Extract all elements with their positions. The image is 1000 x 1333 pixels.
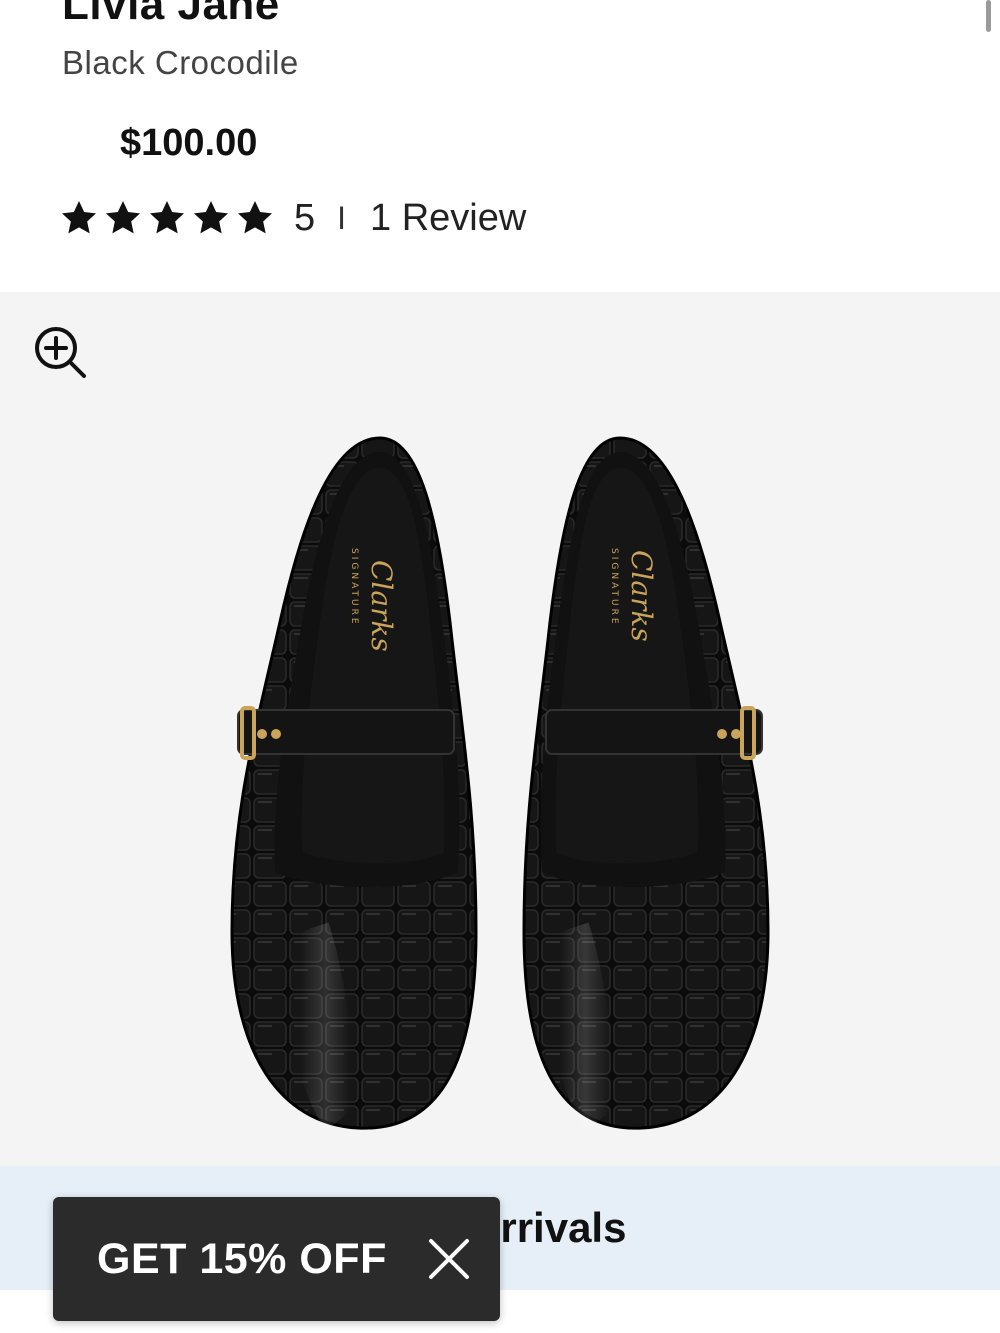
star-icon (194, 201, 228, 234)
product-price: $100.00 (120, 122, 258, 164)
star-icon (150, 201, 184, 234)
product-image-gallery[interactable]: Clarks SIGNATURE Clarks SIGNATURE (0, 292, 1000, 1166)
star-icon (238, 201, 272, 234)
rating-stars (58, 198, 276, 238)
product-image: Clarks SIGNATURE Clarks SIGNATURE (230, 436, 770, 1130)
right-shoe: Clarks SIGNATURE (522, 436, 770, 1130)
left-shoe: Clarks SIGNATURE (230, 436, 478, 1130)
star-icon (62, 201, 96, 234)
rating-value: 5 (294, 196, 316, 239)
close-icon[interactable] (425, 1235, 473, 1283)
insole-subbrand-left: SIGNATURE (349, 548, 359, 627)
zoom-in-icon[interactable] (32, 324, 88, 380)
rating-row: 5 I 1 Review (58, 194, 526, 242)
product-title: Livia Jane (62, 0, 280, 29)
promo-label[interactable]: GET 15% OFF (97, 1197, 387, 1321)
insole-subbrand-right: SIGNATURE (609, 548, 619, 627)
product-color: Black Crocodile (62, 44, 299, 81)
star-icon (106, 201, 140, 234)
insole-brand-left: Clarks (365, 560, 398, 652)
insole-brand-right: Clarks (625, 550, 658, 642)
reviews-link[interactable]: 1 Review (370, 197, 526, 240)
rating-separator: I (337, 199, 347, 236)
scrollbar[interactable] (986, 0, 991, 32)
discount-promo-popup[interactable]: GET 15% OFF (53, 1197, 500, 1321)
